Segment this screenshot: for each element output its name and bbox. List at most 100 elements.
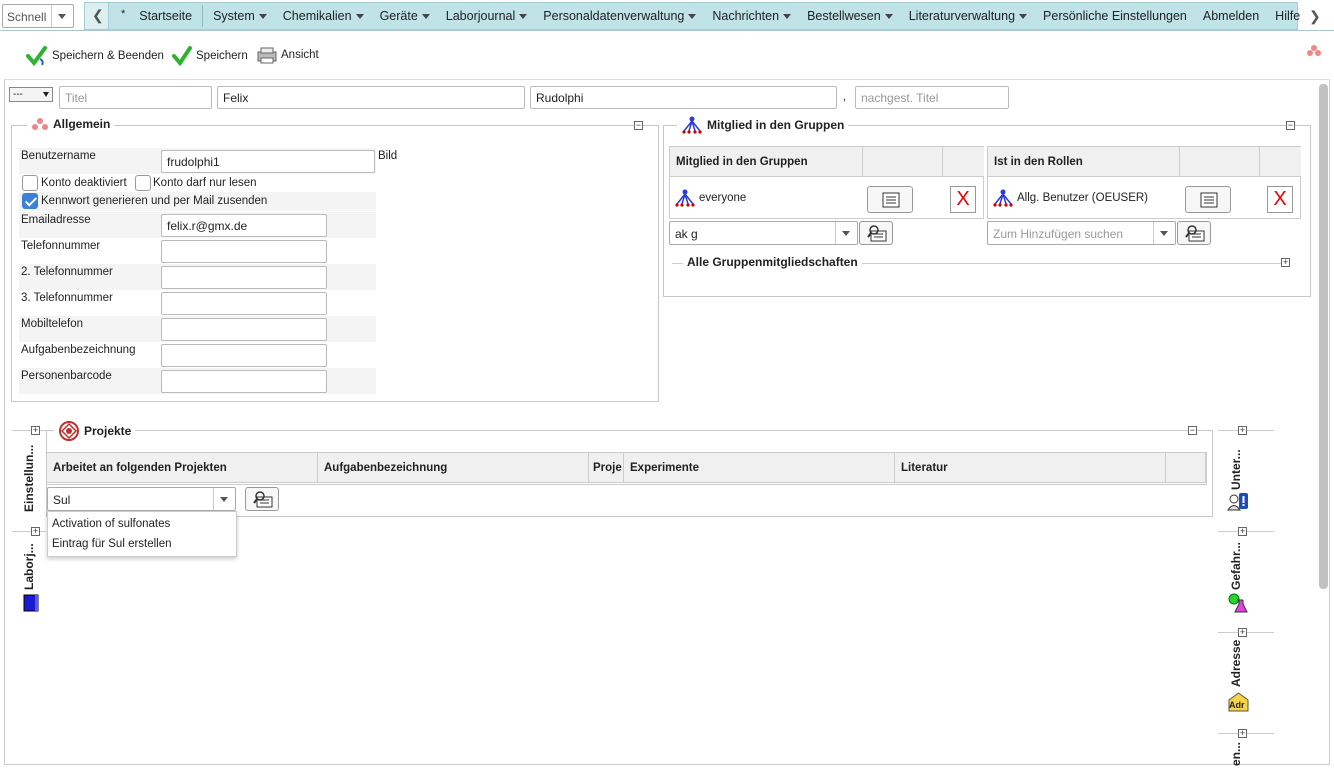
- settings-expand-button[interactable]: +: [31, 426, 40, 435]
- salutation-value: ---: [13, 89, 23, 100]
- projects-table: Arbeitet an folgenden Projekten Aufgaben…: [46, 452, 1207, 485]
- group-search-combo[interactable]: ak g: [669, 221, 858, 245]
- salutation-select[interactable]: ---: [9, 87, 53, 102]
- mobile-label: Mobiltelefon: [21, 318, 84, 330]
- hazard-expand-button[interactable]: +: [1238, 527, 1247, 536]
- email-label: Emailadresse: [21, 214, 91, 226]
- save-and-close-button[interactable]: Speichern & Beenden: [26, 46, 164, 66]
- menu-item-7[interactable]: Bestellwesen: [799, 3, 901, 29]
- more-side-tab[interactable]: en...: [1229, 742, 1243, 766]
- address-expand-button[interactable]: +: [1238, 628, 1247, 637]
- remove-group-button[interactable]: X: [950, 186, 976, 213]
- menu-item-label: Chemikalien: [282, 9, 352, 23]
- view-button[interactable]: Ansicht: [257, 46, 319, 64]
- post-title-input[interactable]: [855, 86, 1009, 109]
- email-input[interactable]: [161, 214, 327, 237]
- phone2-input[interactable]: [161, 266, 327, 289]
- account-disabled-checkbox[interactable]: [22, 175, 38, 191]
- group-search-arrow[interactable]: [835, 222, 857, 244]
- edit-group-button[interactable]: [867, 186, 913, 213]
- menu-item-10[interactable]: Abmelden: [1195, 3, 1267, 29]
- chevron-down-icon: [884, 13, 893, 19]
- dropdown-option[interactable]: Eintrag für Sul erstellen: [52, 538, 172, 550]
- save-button[interactable]: Speichern: [172, 46, 248, 66]
- groups-collapse-button[interactable]: −: [1286, 121, 1295, 130]
- notebook-icon: [23, 594, 39, 612]
- vertical-scrollbar[interactable]: [1319, 84, 1328, 589]
- menu-item-5[interactable]: Personaldatenverwaltung: [535, 3, 704, 29]
- account-readonly-label: Konto darf nur lesen: [153, 177, 257, 189]
- projects-col-job[interactable]: Aufgabenbezeichnung: [318, 453, 589, 483]
- view-label: Ansicht: [281, 49, 319, 61]
- menu-item-9[interactable]: Persönliche Einstellungen: [1035, 3, 1195, 29]
- menu-scroll-right-button[interactable]: ❯: [1300, 2, 1330, 30]
- more-expand-button[interactable]: +: [1238, 729, 1247, 738]
- lab-journal-side-tab[interactable]: Laborj...: [22, 540, 36, 590]
- hazard-side-tab[interactable]: Gefahr...: [1229, 540, 1243, 590]
- phone-input[interactable]: [161, 240, 327, 263]
- menu-scroll-left-button[interactable]: ❮: [85, 3, 109, 29]
- menu-item-1[interactable]: System: [205, 3, 275, 29]
- menu-item-8[interactable]: Literaturverwaltung: [901, 3, 1035, 29]
- chevron-down-icon: [258, 13, 267, 19]
- address-icon-text: Adr: [1229, 700, 1245, 710]
- edit-role-button[interactable]: [1185, 186, 1231, 213]
- username-label: Benutzername: [21, 150, 96, 162]
- projects-col-literature[interactable]: Literatur: [895, 453, 1166, 483]
- lab-journal-expand-button[interactable]: +: [31, 527, 40, 536]
- projects-col-proje[interactable]: Proje: [589, 453, 624, 483]
- projects-col-experiments[interactable]: Experimente: [624, 453, 895, 483]
- groups-legend-label: Mitglied in den Gruppen: [707, 118, 845, 132]
- project-add-search-button[interactable]: [245, 487, 279, 511]
- roles-column-header[interactable]: Ist in den Rollen: [988, 147, 1180, 177]
- image-label: Bild: [378, 150, 398, 162]
- projects-col-projects[interactable]: Arbeitet an folgenden Projekten: [47, 453, 318, 483]
- column-header: [863, 147, 943, 177]
- groups-column-header[interactable]: Mitglied in den Gruppen: [670, 147, 863, 177]
- username-input[interactable]: [161, 150, 375, 173]
- job-title-input[interactable]: [161, 344, 327, 367]
- table-row: everyone: [674, 189, 746, 207]
- first-name-input[interactable]: [217, 86, 525, 109]
- menu-item-label: Nachrichten: [712, 9, 780, 23]
- menu-item-6[interactable]: Nachrichten: [704, 3, 799, 29]
- last-name-input[interactable]: [530, 86, 837, 109]
- menu-item-2[interactable]: Chemikalien: [275, 3, 372, 29]
- project-search-combo[interactable]: Sul: [47, 487, 236, 511]
- dropdown-option[interactable]: Activation of sulfonates: [52, 518, 170, 530]
- phone3-input[interactable]: [161, 292, 327, 315]
- search-list-icon: [253, 491, 273, 508]
- account-readonly-checkbox[interactable]: [135, 175, 151, 191]
- search-list-icon: [867, 225, 887, 242]
- menu-item-3[interactable]: Geräte: [372, 3, 438, 29]
- column-header: [1260, 147, 1301, 177]
- menu-item-star[interactable]: *: [115, 3, 131, 29]
- projects-collapse-button[interactable]: −: [1188, 426, 1197, 435]
- search-list-icon: [1185, 225, 1205, 242]
- address-side-tab[interactable]: Adresse: [1229, 640, 1243, 687]
- menu-item-0[interactable]: Startseite: [131, 3, 200, 29]
- role-search-combo[interactable]: Zum Hinzufügen suchen: [987, 221, 1176, 245]
- general-collapse-button[interactable]: −: [634, 121, 643, 130]
- menu-item-label: Startseite: [139, 9, 193, 23]
- mobile-input[interactable]: [161, 318, 327, 341]
- project-search-arrow[interactable]: [213, 488, 235, 510]
- chevron-down-icon: [220, 497, 228, 502]
- generate-password-checkbox[interactable]: [22, 193, 38, 209]
- quick-select-arrow[interactable]: [51, 5, 73, 27]
- barcode-input[interactable]: [161, 370, 327, 393]
- role-search-placeholder: Zum Hinzufügen suchen: [993, 227, 1124, 241]
- role-add-search-button[interactable]: [1177, 221, 1211, 245]
- all-memberships-expand-button[interactable]: +: [1281, 258, 1290, 267]
- quick-select[interactable]: Schnell: [2, 4, 74, 28]
- groups-legend: Mitglied in den Gruppen: [677, 116, 849, 134]
- subordinate-side-tab[interactable]: Unter...: [1229, 440, 1243, 490]
- role-search-arrow[interactable]: [1153, 222, 1175, 244]
- menu-item-label: Personaldatenverwaltung: [543, 9, 685, 23]
- settings-side-tab[interactable]: Einstellun...: [22, 440, 36, 512]
- remove-role-button[interactable]: X: [1267, 186, 1293, 213]
- subordinate-expand-button[interactable]: +: [1238, 426, 1247, 435]
- group-add-search-button[interactable]: [859, 221, 893, 245]
- title-input[interactable]: [59, 86, 212, 109]
- menu-item-4[interactable]: Laborjournal: [438, 3, 536, 29]
